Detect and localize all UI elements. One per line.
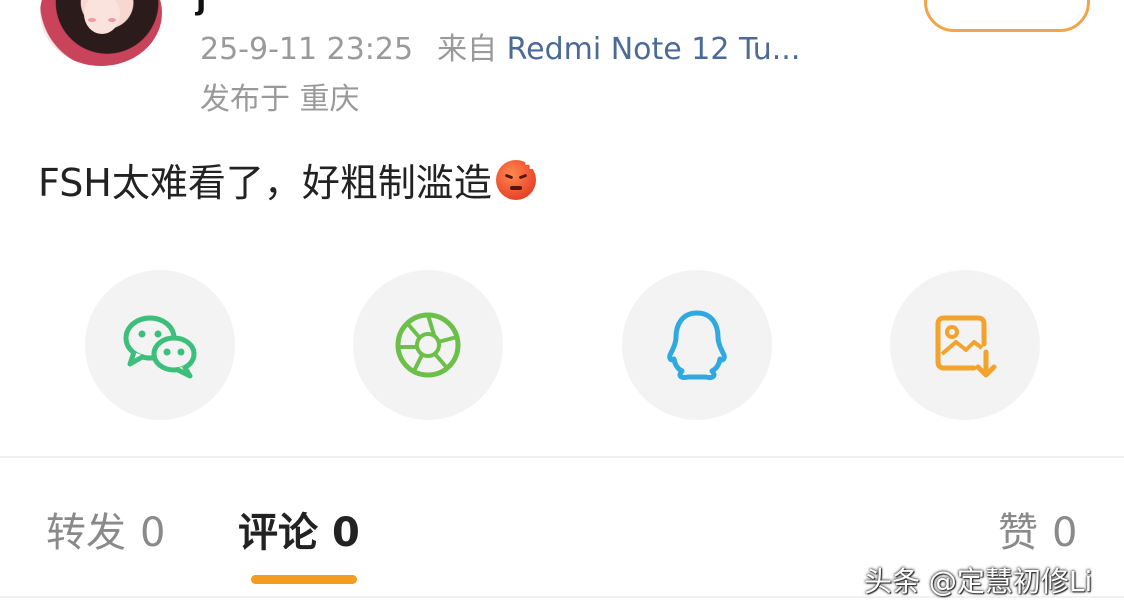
section-divider [0, 456, 1124, 458]
post-location: 发布于 重庆 [200, 82, 360, 117]
tab-comments-label: 评论 [238, 510, 318, 556]
post-content: FSH太难看了，好粗制滥造 ✚ [38, 152, 538, 207]
post-timestamp: 25-9-11 23:25 [200, 32, 414, 67]
share-wechat-button[interactable] [85, 270, 235, 420]
qq-icon [667, 310, 727, 380]
watermark: 头条 @定慧初修Li [864, 565, 1093, 598]
tab-comments[interactable]: 评论 0 [238, 500, 360, 558]
tab-reposts-count: 0 [140, 510, 166, 556]
share-moments-button[interactable] [353, 270, 503, 420]
tab-likes[interactable]: 赞0 [998, 500, 1077, 558]
source-prefix: 来自 [437, 32, 498, 67]
avatar-cheek [88, 18, 96, 22]
username[interactable]: j​ [196, 0, 206, 17]
tab-comments-count: 0 [332, 510, 360, 556]
post-meta: 25-9-11 23:25 来自 Redmi Note 12 Tu... [200, 24, 800, 68]
avatar-cheek [108, 18, 116, 22]
share-qq-button[interactable] [622, 270, 772, 420]
tab-likes-label: 赞 [998, 510, 1038, 556]
follow-button[interactable] [924, 0, 1090, 32]
save-image-icon [935, 315, 997, 378]
post-text: FSH太难看了，好粗制滥造 [38, 161, 492, 205]
moments-icon [395, 312, 461, 378]
save-image-button[interactable] [890, 270, 1040, 420]
device-link[interactable]: Redmi Note 12 Tu... [507, 32, 801, 67]
tab-reposts[interactable]: 转发 0 [46, 500, 165, 558]
tab-likes-count: 0 [1052, 510, 1078, 556]
wechat-icon [123, 315, 197, 379]
avatar-face [84, 0, 120, 34]
tab-reposts-label: 转发 [46, 510, 126, 556]
active-tab-indicator [251, 575, 357, 584]
angry-emoji-icon: ✚ [495, 154, 538, 200]
avatar[interactable] [40, 0, 162, 66]
